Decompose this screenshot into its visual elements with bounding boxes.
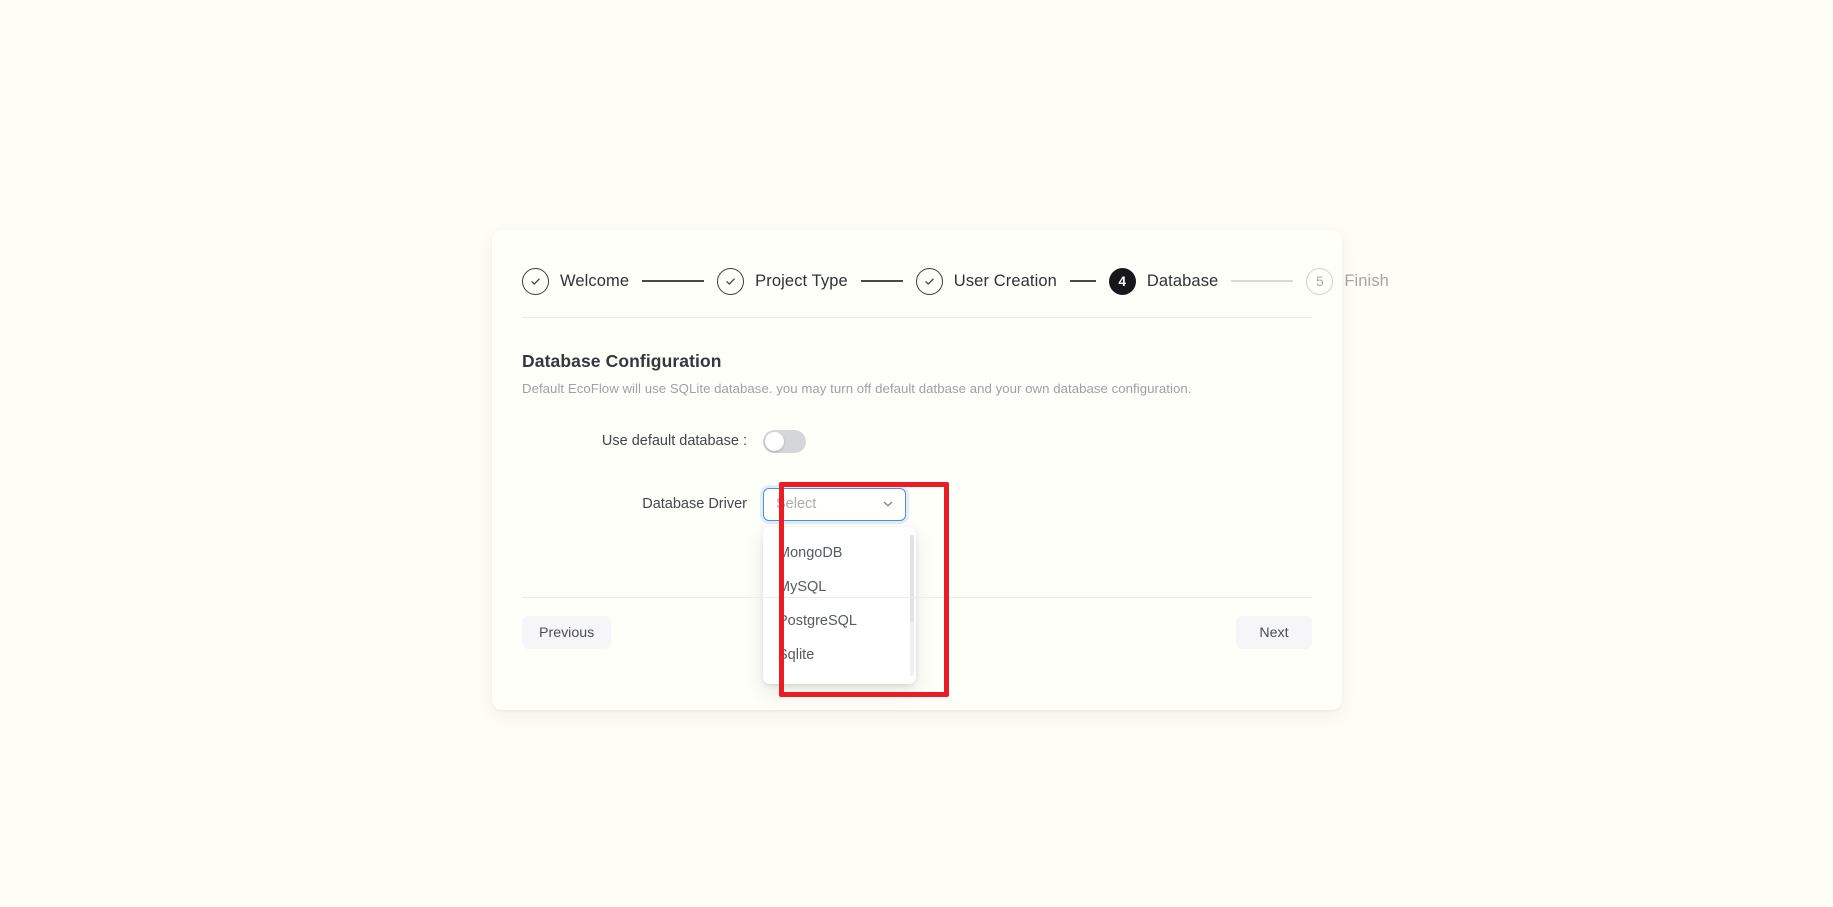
database-driver-select[interactable]: Select bbox=[763, 487, 906, 521]
database-config-form: Use default database : Database Driver S… bbox=[492, 396, 1342, 684]
step-finish-label: Finish bbox=[1344, 271, 1389, 290]
step-welcome[interactable]: Welcome bbox=[522, 267, 630, 295]
step-finish-status-circle: 5 bbox=[1306, 267, 1334, 295]
wizard-stepper: Welcome Project Type User Creation 4 Dat… bbox=[492, 230, 1389, 304]
use-default-database-toggle[interactable] bbox=[763, 429, 806, 453]
setup-wizard-card: Welcome Project Type User Creation 4 Dat… bbox=[492, 230, 1389, 710]
database-driver-label: Database Driver bbox=[642, 496, 747, 512]
step-connector-3 bbox=[1069, 280, 1096, 282]
step-database-number: 4 bbox=[1118, 273, 1127, 289]
step-user-creation[interactable]: User Creation bbox=[915, 267, 1057, 295]
previous-button[interactable]: Previous bbox=[522, 616, 612, 649]
use-default-database-label: Use default database : bbox=[601, 433, 747, 449]
dropdown-option-mysql[interactable]: MySQL bbox=[763, 570, 916, 604]
step-database-label: Database bbox=[1146, 271, 1219, 290]
database-driver-row: Database Driver Select MongoDB MySQL Pos… bbox=[522, 486, 1312, 684]
page-title: Database Configuration bbox=[522, 351, 722, 371]
database-driver-dropdown: MongoDB MySQL PostgreSQL Sqlite bbox=[763, 526, 916, 684]
check-icon bbox=[529, 275, 542, 288]
dropdown-scrollbar-thumb[interactable] bbox=[910, 534, 914, 622]
step-connector-4 bbox=[1231, 280, 1294, 282]
check-icon bbox=[923, 275, 936, 288]
use-default-database-row: Use default database : bbox=[522, 424, 1312, 458]
step-project-type-status-circle bbox=[717, 267, 745, 295]
chevron-down-icon bbox=[881, 497, 895, 511]
step-welcome-status-circle bbox=[522, 267, 549, 295]
step-project-type[interactable]: Project Type bbox=[717, 267, 848, 295]
database-driver-select-wrapper: Select MongoDB MySQL PostgreSQL Sqlite bbox=[763, 487, 916, 684]
next-button[interactable]: Next bbox=[1236, 616, 1312, 649]
step-database-status-circle: 4 bbox=[1108, 267, 1136, 295]
footer-divider bbox=[522, 597, 1312, 598]
step-finish[interactable]: 5 Finish bbox=[1306, 267, 1389, 295]
step-user-creation-status-circle bbox=[915, 267, 943, 295]
wizard-footer: Previous Next bbox=[492, 616, 1342, 649]
step-finish-number: 5 bbox=[1316, 273, 1324, 289]
step-connector-2 bbox=[860, 280, 903, 282]
step-welcome-label: Welcome bbox=[560, 271, 630, 290]
step-project-type-label: Project Type bbox=[755, 271, 848, 290]
section-header: Database Configuration Default EcoFlow w… bbox=[492, 318, 1342, 396]
section-description: Default EcoFlow will use SQLite database… bbox=[522, 381, 1192, 396]
database-driver-selected-value: Select bbox=[776, 496, 817, 512]
step-database[interactable]: 4 Database bbox=[1108, 267, 1219, 295]
dropdown-option-mongodb[interactable]: MongoDB bbox=[763, 536, 916, 570]
check-icon bbox=[724, 275, 737, 288]
step-connector-1 bbox=[642, 280, 705, 282]
toggle-knob bbox=[765, 431, 784, 451]
dropdown-scrollbar[interactable] bbox=[910, 534, 914, 676]
step-user-creation-label: User Creation bbox=[953, 271, 1057, 290]
